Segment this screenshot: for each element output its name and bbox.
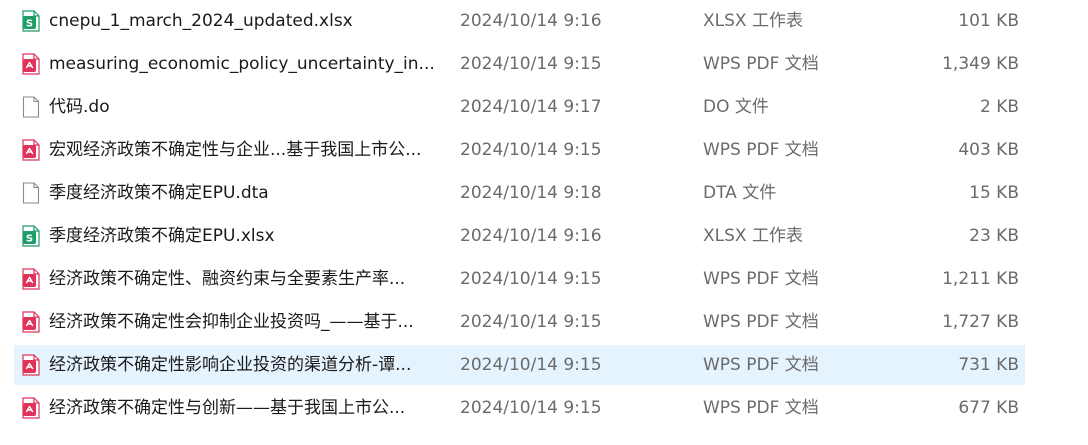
file-size: 23 KB — [969, 226, 1019, 246]
file-type: XLSX 工作表 — [703, 226, 803, 246]
file-name: cnepu_1_march_2024_updated.xlsx — [49, 11, 353, 31]
date-modified: 2024/10/14 9:15 — [460, 140, 602, 160]
file-size: 1,727 KB — [942, 312, 1019, 332]
file-type: DO 文件 — [703, 97, 769, 117]
svg-text:S: S — [26, 19, 33, 30]
file-name: 经济政策不确定性、融资约束与全要素生产率... — [49, 269, 406, 289]
file-name-cell[interactable]: S 季度经济政策不确定EPU.xlsx — [14, 216, 444, 256]
pdf-file-icon — [22, 397, 40, 419]
date-modified: 2024/10/14 9:15 — [460, 54, 602, 74]
file-type: WPS PDF 文档 — [703, 312, 819, 332]
file-row[interactable]: 经济政策不确定性、融资约束与全要素生产率... 2024/10/14 9:15 WP… — [14, 259, 1025, 299]
file-name-cell[interactable]: Scnepu_1_march_2024_updated.xlsx — [14, 1, 444, 41]
file-name: 季度经济政策不确定EPU.xlsx — [49, 226, 275, 246]
file-name: 季度经济政策不确定EPU.dta — [49, 183, 269, 203]
file-name-cell[interactable]: 经济政策不确定性会抑制企业投资吗_——基于... — [14, 302, 444, 342]
file-size: 15 KB — [969, 183, 1019, 203]
file-type: XLSX 工作表 — [703, 11, 803, 31]
generic-file-icon — [22, 96, 40, 118]
pdf-file-icon — [22, 139, 40, 161]
file-name-cell[interactable]: 经济政策不确定性、融资约束与全要素生产率... — [14, 259, 444, 299]
xlsx-file-icon: S — [22, 225, 40, 247]
file-type: DTA 文件 — [703, 183, 777, 203]
date-modified: 2024/10/14 9:16 — [460, 226, 602, 246]
file-size: 101 KB — [958, 11, 1019, 31]
file-size: 677 KB — [958, 398, 1019, 418]
date-modified: 2024/10/14 9:16 — [460, 11, 602, 31]
file-name: 宏观经济政策不确定性与企业...基于我国上市公... — [49, 140, 422, 160]
date-modified: 2024/10/14 9:18 — [460, 183, 602, 203]
date-modified: 2024/10/14 9:15 — [460, 269, 602, 289]
file-row[interactable]: S 季度经济政策不确定EPU.xlsx 2024/10/14 9:16 XLSX 工作… — [14, 216, 1025, 256]
file-name-cell[interactable]: 经济政策不确定性与创新——基于我国上市公... — [14, 388, 444, 428]
file-size: 2 KB — [979, 97, 1019, 117]
file-size: 731 KB — [958, 355, 1019, 375]
file-type: WPS PDF 文档 — [703, 355, 819, 375]
pdf-file-icon — [22, 354, 40, 376]
file-row[interactable]: Scnepu_1_march_2024_updated.xlsx 2024/10/… — [14, 1, 1025, 41]
file-name: 经济政策不确定性与创新——基于我国上市公... — [49, 398, 406, 418]
file-name: 经济政策不确定性影响企业投资的渠道分析-谭... — [49, 355, 412, 375]
date-modified: 2024/10/14 9:17 — [460, 97, 602, 117]
file-row[interactable]: 经济政策不确定性会抑制企业投资吗_——基于... 2024/10/14 9:15 W… — [14, 302, 1025, 342]
date-modified: 2024/10/14 9:15 — [460, 398, 602, 418]
date-modified: 2024/10/14 9:15 — [460, 312, 602, 332]
file-name-cell[interactable]: 经济政策不确定性影响企业投资的渠道分析-谭... — [14, 345, 444, 385]
file-row[interactable]: 经济政策不确定性影响企业投资的渠道分析-谭... 2024/10/14 9:15 W… — [14, 345, 1025, 385]
pdf-file-icon — [22, 268, 40, 290]
file-row[interactable]: 季度经济政策不确定EPU.dta 2024/10/14 9:18 DTA 文件 15 … — [14, 173, 1025, 213]
svg-text:S: S — [26, 234, 33, 245]
file-size: 403 KB — [958, 140, 1019, 160]
file-type: WPS PDF 文档 — [703, 54, 819, 74]
file-name-cell[interactable]: 代码.do — [14, 87, 444, 127]
file-name-cell[interactable]: 季度经济政策不确定EPU.dta — [14, 173, 444, 213]
xlsx-file-icon: S — [22, 10, 40, 32]
file-row[interactable]: measuring_economic_policy_uncertainty_in… — [14, 44, 1025, 84]
file-name-cell[interactable]: 宏观经济政策不确定性与企业...基于我国上市公... — [14, 130, 444, 170]
file-name: 经济政策不确定性会抑制企业投资吗_——基于... — [49, 312, 414, 332]
file-row[interactable]: 宏观经济政策不确定性与企业...基于我国上市公... 2024/10/14 9:1… — [14, 130, 1025, 170]
pdf-file-icon — [22, 311, 40, 333]
file-name-cell[interactable]: measuring_economic_policy_uncertainty_in… — [14, 44, 444, 84]
generic-file-icon — [22, 182, 40, 204]
file-name: 代码.do — [49, 97, 110, 117]
file-name: measuring_economic_policy_uncertainty_in… — [49, 54, 435, 74]
file-row[interactable]: 代码.do 2024/10/14 9:17 DO 文件 2 KB — [14, 87, 1025, 127]
date-modified: 2024/10/14 9:15 — [460, 355, 602, 375]
file-size: 1,349 KB — [942, 54, 1019, 74]
file-type: WPS PDF 文档 — [703, 269, 819, 289]
file-size: 1,211 KB — [942, 269, 1019, 289]
file-type: WPS PDF 文档 — [703, 140, 819, 160]
file-row[interactable]: 经济政策不确定性与创新——基于我国上市公... 2024/10/14 9:15 WP… — [14, 388, 1025, 428]
pdf-file-icon — [22, 53, 40, 75]
file-type: WPS PDF 文档 — [703, 398, 819, 418]
